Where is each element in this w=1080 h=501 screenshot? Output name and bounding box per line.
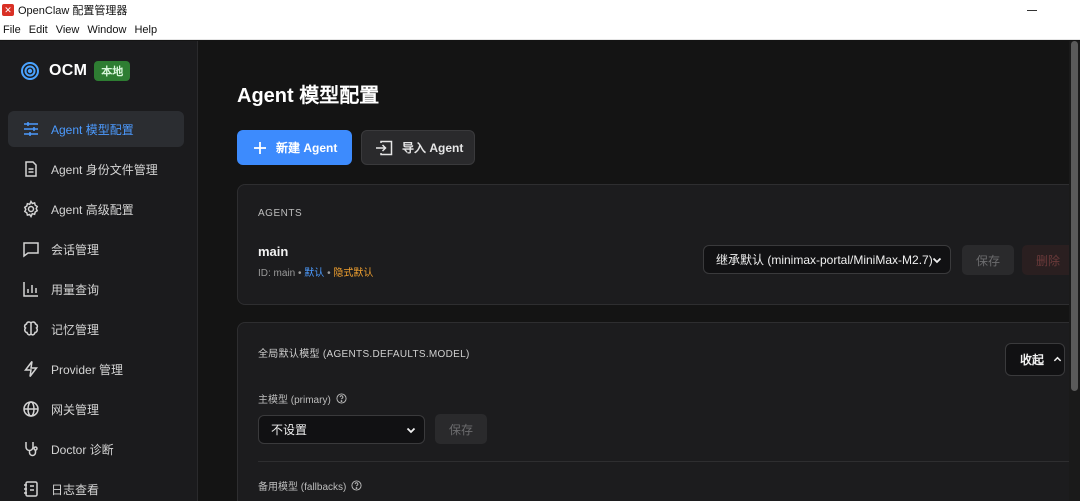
help-icon[interactable] xyxy=(336,393,347,404)
lightning-icon xyxy=(22,360,40,378)
main-content: Agent 模型配置 新建 Agent 导入 Agent AGENTS main… xyxy=(199,41,1078,501)
chevron-up-icon xyxy=(1053,356,1062,362)
sidebar-item-provider[interactable]: Provider 管理 xyxy=(8,351,184,387)
sidebar-item-advanced[interactable]: Agent 高级配置 xyxy=(8,191,184,227)
meta-separator: • xyxy=(295,268,305,279)
brand-name: OCM xyxy=(49,62,88,79)
implicit-default-tag: 隐式默认 xyxy=(333,268,374,279)
sidebar-item-label: Agent 高级配置 xyxy=(51,202,134,217)
brand: OCM 本地 xyxy=(20,61,131,81)
globe-icon xyxy=(22,400,40,418)
sidebar-item-logs[interactable]: 日志查看 xyxy=(8,471,184,501)
spiral-logo-icon xyxy=(21,62,39,80)
meta-separator: • xyxy=(324,268,334,279)
primary-model-select-value: 不设置 xyxy=(271,423,308,437)
sidebar-nav: Agent 模型配置 Agent 身份文件管理 Agent 高级配置 会话管理 … xyxy=(8,111,184,501)
collapse-label: 收起 xyxy=(1020,353,1045,367)
help-icon[interactable] xyxy=(351,480,362,491)
chat-icon xyxy=(22,240,40,258)
chevron-down-icon xyxy=(406,427,416,433)
default-tag: 默认 xyxy=(304,268,325,279)
sidebar-item-label: 记忆管理 xyxy=(51,322,100,337)
fallbacks-label: 备用模型 (fallbacks) xyxy=(258,478,362,493)
agent-model-select-value: 继承默认 (minimax-portal/MiniMax-M2.7) xyxy=(716,253,933,267)
sidebar-item-label: 用量查询 xyxy=(51,282,100,297)
gear-icon xyxy=(22,200,40,218)
stethoscope-icon xyxy=(22,440,40,458)
log-icon xyxy=(22,480,40,498)
chevron-down-icon xyxy=(932,257,942,263)
menu-window[interactable]: Window xyxy=(84,24,130,36)
minimize-icon xyxy=(1027,9,1037,11)
window-title: OpenClaw 配置管理器 xyxy=(18,5,128,17)
primary-model-label: 主模型 (primary) xyxy=(258,391,347,406)
agents-card: AGENTS main ID: main • 默认 • 隐式默认 继承默认 (m… xyxy=(237,184,1078,305)
import-agent-button[interactable]: 导入 Agent xyxy=(361,130,475,165)
file-icon xyxy=(22,160,40,178)
sidebar-item-agent-model[interactable]: Agent 模型配置 xyxy=(8,111,184,147)
new-agent-label: 新建 Agent xyxy=(276,141,338,155)
import-agent-label: 导入 Agent xyxy=(402,141,464,155)
sliders-icon xyxy=(22,120,40,138)
agent-meta: ID: main • 默认 • 隐式默认 xyxy=(258,264,373,279)
bar-chart-icon xyxy=(22,280,40,298)
sidebar-item-sessions[interactable]: 会话管理 xyxy=(8,231,184,267)
plus-icon xyxy=(254,141,266,154)
sidebar-item-label: Provider 管理 xyxy=(51,362,124,377)
menu-help[interactable]: Help xyxy=(131,24,161,36)
fallbacks-label-text: 备用模型 (fallbacks) xyxy=(258,482,347,493)
new-agent-button[interactable]: 新建 Agent xyxy=(237,130,352,165)
defaults-card: 全局默认模型 (AGENTS.DEFAULTS.MODEL) 收起 主模型 (p… xyxy=(237,322,1078,501)
import-icon xyxy=(376,140,393,155)
minimize-button[interactable] xyxy=(1022,0,1042,20)
app-logo-icon: ✕ xyxy=(2,4,14,16)
sidebar-item-doctor[interactable]: Doctor 诊断 xyxy=(8,431,184,467)
agent-name: main xyxy=(258,244,289,259)
page-title: Agent 模型配置 xyxy=(237,85,380,107)
sidebar: OCM 本地 Agent 模型配置 Agent 身份文件管理 Agent 高级配… xyxy=(0,41,198,501)
agents-section-label: AGENTS xyxy=(258,208,303,219)
scrollbar[interactable] xyxy=(1069,41,1080,501)
menu-edit[interactable]: Edit xyxy=(26,24,52,36)
sidebar-item-usage[interactable]: 用量查询 xyxy=(8,271,184,307)
agent-id: ID: main xyxy=(258,268,296,279)
local-badge: 本地 xyxy=(94,61,131,81)
defaults-section-title: 全局默认模型 (AGENTS.DEFAULTS.MODEL) xyxy=(258,349,470,360)
save-primary-button[interactable]: 保存 xyxy=(435,414,487,444)
divider xyxy=(258,461,1078,462)
collapse-button[interactable]: 收起 xyxy=(1005,343,1065,376)
sidebar-item-label: Doctor 诊断 xyxy=(51,442,114,457)
primary-model-label-text: 主模型 (primary) xyxy=(258,395,331,406)
sidebar-item-identity-files[interactable]: Agent 身份文件管理 xyxy=(8,151,184,187)
primary-model-select[interactable]: 不设置 xyxy=(258,415,425,444)
sidebar-item-label: Agent 模型配置 xyxy=(51,122,134,137)
menu-bar: File Edit View Window Help xyxy=(0,20,1080,40)
sidebar-item-gateway[interactable]: 网关管理 xyxy=(8,391,184,427)
sidebar-item-label: 网关管理 xyxy=(51,402,100,417)
sidebar-item-memory[interactable]: 记忆管理 xyxy=(8,311,184,347)
sidebar-item-label: 日志查看 xyxy=(51,482,100,497)
sidebar-item-label: Agent 身份文件管理 xyxy=(51,162,158,177)
title-bar: ✕ OpenClaw 配置管理器 xyxy=(0,0,1080,20)
save-agent-button[interactable]: 保存 xyxy=(962,245,1014,275)
brain-icon xyxy=(22,320,40,338)
menu-file[interactable]: File xyxy=(0,24,25,36)
menu-view[interactable]: View xyxy=(53,24,84,36)
scrollbar-thumb[interactable] xyxy=(1071,41,1078,391)
sidebar-item-label: 会话管理 xyxy=(51,242,100,257)
agent-model-select[interactable]: 继承默认 (minimax-portal/MiniMax-M2.7) xyxy=(703,245,951,274)
